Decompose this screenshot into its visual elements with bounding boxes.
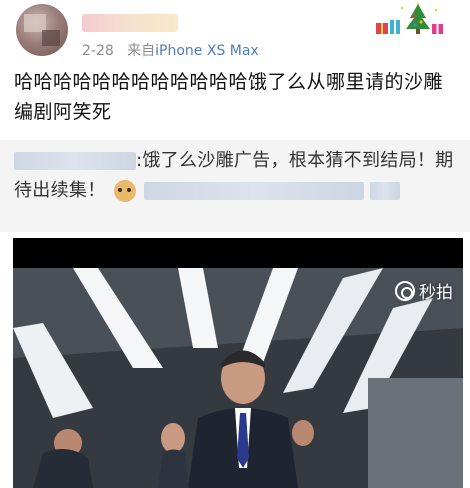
repost-author-redacted[interactable] <box>14 152 136 170</box>
avatar[interactable] <box>16 4 68 56</box>
post-meta: 2-28 来自iPhone XS Max <box>82 40 259 60</box>
post-body: 哈哈哈哈哈哈哈哈哈哈哈哈饿了么从哪里请的沙雕编剧阿笑死 <box>14 71 444 123</box>
device-link[interactable]: iPhone XS Max <box>155 43 259 59</box>
video-watermark: 秒拍 <box>395 278 453 303</box>
source-prefix: 来自 <box>127 43 156 59</box>
redacted-link[interactable] <box>143 182 364 200</box>
redacted-link[interactable] <box>369 182 400 200</box>
miaopai-logo-icon <box>395 280 415 301</box>
repost-body: :饿了么沙雕广告，根本猜不到结局！期待出续集！ <box>14 146 460 206</box>
repost-card[interactable]: :饿了么沙雕广告，根本猜不到结局！期待出续集！ <box>0 140 470 232</box>
watermark-text: 秒拍 <box>419 283 453 303</box>
post-date: 2-28 <box>82 43 114 59</box>
video-player[interactable]: 秒拍 <box>13 238 463 488</box>
christmas-decoration-icon <box>376 2 443 34</box>
post-header: 2-28 来自iPhone XS Max <box>0 0 470 64</box>
username-redacted[interactable] <box>82 14 178 32</box>
avatar-blur <box>42 30 60 46</box>
doge-emoji-icon <box>113 180 136 202</box>
